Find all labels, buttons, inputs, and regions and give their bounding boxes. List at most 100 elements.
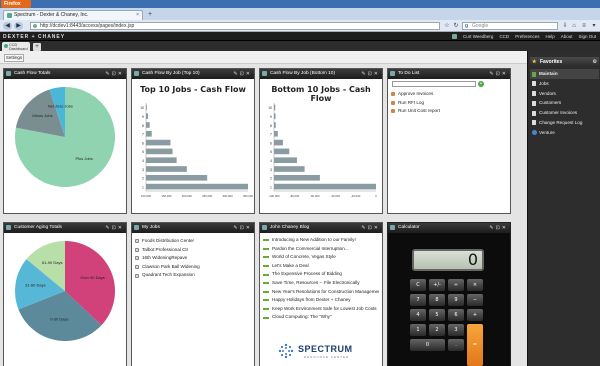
- todo-item[interactable]: Run RFI Log: [391, 99, 507, 108]
- bar[interactable]: [274, 122, 276, 128]
- job-item[interactable]: Talbot Professional Ctr: [135, 246, 251, 255]
- calc-key[interactable]: ×: [467, 279, 483, 291]
- calc-key[interactable]: 5: [429, 309, 445, 321]
- favorite-maintain[interactable]: Maintain: [530, 69, 599, 79]
- bar[interactable]: [274, 130, 278, 137]
- settings-button[interactable]: Settings: [4, 54, 24, 62]
- expand-icon[interactable]: [135, 256, 139, 261]
- expand-icon[interactable]: [135, 247, 139, 252]
- panel-tools[interactable]: ✎⊡✕: [105, 69, 124, 79]
- calc-key[interactable]: 6: [448, 309, 464, 321]
- bookmarks-icon[interactable]: ≡: [580, 22, 588, 30]
- downloads-icon[interactable]: ⇩: [561, 22, 569, 30]
- bar[interactable]: [274, 157, 297, 164]
- firefox-menu-button[interactable]: Firefox: [1, 0, 31, 8]
- calc-key[interactable]: 7: [410, 294, 426, 306]
- address-bar[interactable]: http://dcdev1:8443/access/pages/index.js…: [30, 22, 440, 30]
- job-item[interactable]: Foods Distribution Center: [135, 237, 251, 246]
- favorite-customers[interactable]: Customers: [530, 98, 599, 108]
- blog-link[interactable]: The Expensive Process of Bidding: [263, 270, 379, 279]
- expand-icon[interactable]: [135, 273, 139, 278]
- blog-link[interactable]: Pardon the Commercial Interruption...: [263, 245, 379, 254]
- bar[interactable]: [274, 139, 283, 146]
- blog-link[interactable]: Cloud Computing: The "Why": [263, 313, 379, 322]
- calc-key[interactable]: =: [467, 324, 483, 366]
- bar[interactable]: [274, 174, 320, 181]
- calc-key[interactable]: +: [467, 309, 483, 321]
- calc-key[interactable]: ÷: [448, 279, 464, 291]
- favorite-customer-invoices[interactable]: Customer Invoices: [530, 108, 599, 118]
- help-link[interactable]: Help: [545, 34, 554, 39]
- add-todo-button[interactable]: +: [478, 81, 484, 87]
- calc-key[interactable]: 3: [448, 324, 464, 336]
- bar[interactable]: [274, 183, 376, 190]
- favorite-vendors[interactable]: Vendors: [530, 89, 599, 99]
- spectrum-logo[interactable]: SPECTRUM RESOURCE CENTER: [274, 341, 374, 363]
- calc-key[interactable]: .: [448, 339, 464, 351]
- reload-icon[interactable]: ↻: [452, 22, 460, 30]
- home-icon[interactable]: ⌂: [570, 22, 578, 30]
- preferences-link[interactable]: Preferences: [515, 34, 539, 39]
- job-item[interactable]: Quadrant Tech Expansion: [135, 271, 251, 280]
- bar[interactable]: [146, 130, 152, 137]
- back-button[interactable]: ◀: [3, 22, 12, 30]
- bar[interactable]: [274, 104, 276, 111]
- panel-tools[interactable]: ✎⊡✕: [105, 223, 124, 233]
- calc-key[interactable]: 1: [410, 324, 426, 336]
- favorite-jobs[interactable]: Jobs: [530, 79, 599, 89]
- bar[interactable]: [146, 139, 171, 146]
- bar[interactable]: [146, 148, 173, 155]
- new-tab-button[interactable]: +: [146, 11, 154, 19]
- blog-link[interactable]: Let's Make a Deal: [263, 262, 379, 271]
- gear-icon[interactable]: ⚙: [593, 57, 597, 67]
- blog-link[interactable]: World of Concrete, Vegas Style: [263, 253, 379, 262]
- panel-tools[interactable]: ✎⊡✕: [361, 223, 380, 233]
- panel-tools[interactable]: ✎⊡✕: [489, 69, 508, 79]
- blog-link[interactable]: Save Time, Resources -- File Electronica…: [263, 279, 379, 288]
- blog-link[interactable]: Introducing a New Addition to our Family…: [263, 236, 379, 245]
- blog-link[interactable]: New Year's Resolutions for Construction …: [263, 288, 379, 297]
- sign-out-link[interactable]: Sign Out: [578, 34, 596, 39]
- bar[interactable]: [146, 113, 149, 120]
- about-link[interactable]: About: [561, 34, 573, 39]
- calc-key[interactable]: 4: [410, 309, 426, 321]
- blog-link[interactable]: Happy Holidays from Dexter + Chaney: [263, 296, 379, 305]
- job-item[interactable]: Clawson Park Ball Widening: [135, 263, 251, 272]
- calc-key[interactable]: C: [410, 279, 426, 291]
- bar[interactable]: [146, 104, 147, 111]
- panel-tools[interactable]: ✎⊡✕: [233, 223, 252, 233]
- todo-item[interactable]: Run Unit Cost report: [391, 107, 507, 116]
- bar[interactable]: [146, 174, 208, 181]
- panel-tools[interactable]: ✎⊡✕: [233, 69, 252, 79]
- bookmark-star-icon[interactable]: ☆: [443, 22, 451, 30]
- calc-key[interactable]: 9: [448, 294, 464, 306]
- panel-tools[interactable]: ✎⊡✕: [489, 223, 508, 233]
- expand-icon[interactable]: [135, 239, 139, 244]
- calc-key[interactable]: +/-: [429, 279, 445, 291]
- blog-link[interactable]: Keep Work Environment Safe for Lowest Jo…: [263, 305, 379, 314]
- close-tab-icon[interactable]: ×: [136, 11, 139, 20]
- dashboard-tab[interactable]: CCD Dashboard: [2, 42, 30, 51]
- search-box[interactable]: g Google: [462, 22, 558, 30]
- bar[interactable]: [146, 157, 177, 164]
- browser-tab[interactable]: Spectrum - Dexter & Chaney, Inc. ×: [3, 10, 143, 20]
- forward-button[interactable]: ▶: [14, 22, 23, 30]
- bar[interactable]: [274, 166, 305, 172]
- todo-item[interactable]: Approve Invoices: [391, 90, 507, 99]
- company-select[interactable]: CCD: [499, 34, 509, 39]
- site-identity-icon[interactable]: [33, 24, 37, 28]
- favorite-venture[interactable]: Venture: [530, 128, 599, 138]
- calc-key[interactable]: 2: [429, 324, 445, 336]
- bar[interactable]: [146, 183, 248, 190]
- panel-tools[interactable]: ✎⊡✕: [361, 69, 380, 79]
- bar[interactable]: [146, 166, 187, 172]
- bar[interactable]: [274, 148, 290, 155]
- bar[interactable]: [146, 122, 150, 128]
- calc-key[interactable]: 8: [429, 294, 445, 306]
- add-dashboard-button[interactable]: +: [33, 43, 41, 51]
- favorite-change-request-log[interactable]: Change Request Log: [530, 118, 599, 128]
- bar[interactable]: [274, 113, 276, 120]
- menu-icon[interactable]: ▾: [590, 22, 598, 30]
- todo-input[interactable]: [392, 81, 476, 87]
- calc-key[interactable]: −: [467, 294, 483, 306]
